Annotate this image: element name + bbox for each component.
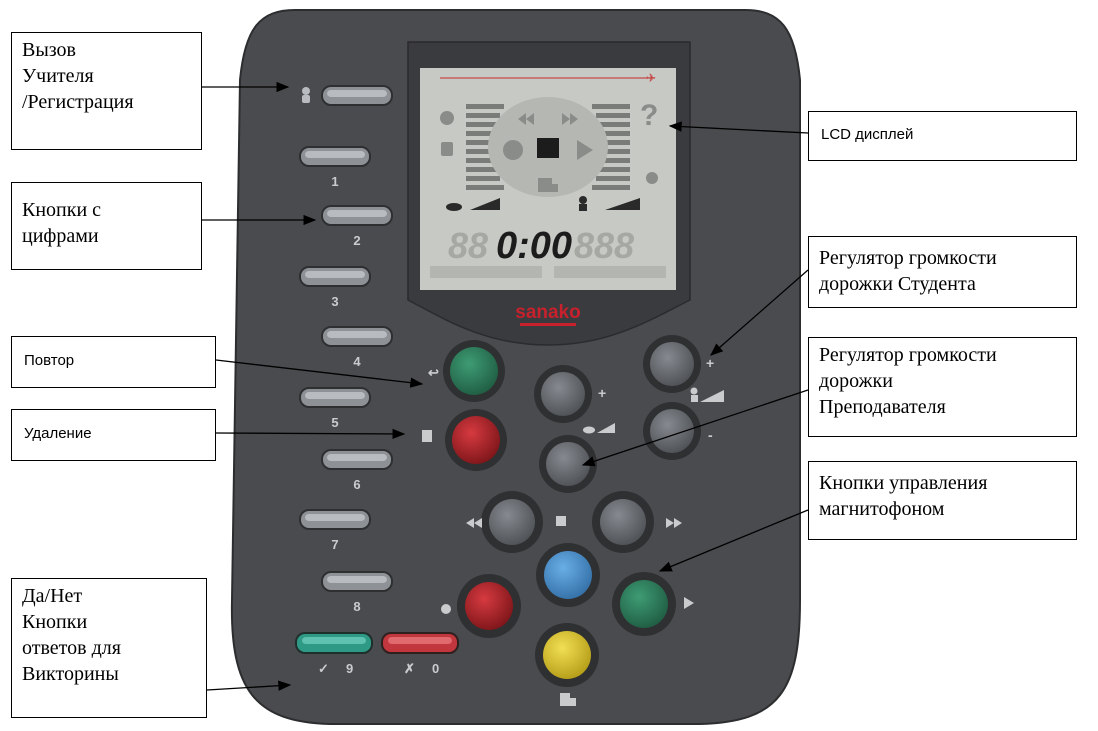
lcd-group-icon (646, 172, 658, 184)
lcd-record-icon (503, 140, 523, 160)
teacher-volume-up-button[interactable] (541, 372, 585, 416)
lcd-time: 0:00 (496, 225, 572, 267)
bookmark-button[interactable] (543, 631, 591, 679)
lcd-help-icon: ? (640, 99, 658, 132)
number-key-4[interactable] (321, 326, 393, 347)
number-key-6[interactable] (321, 449, 393, 470)
no-key-cross-icon: ✗ (404, 661, 415, 676)
number-key-6-label: 6 (353, 477, 360, 492)
callout-number-keys: Кнопки с цифрами (11, 182, 202, 270)
brand-logo: sanako (515, 302, 580, 323)
number-key-8-label: 8 (353, 599, 360, 614)
repeat-icon: ↩ (428, 365, 439, 380)
student-volume-down-button[interactable] (650, 409, 694, 453)
number-key-3[interactable] (299, 266, 371, 287)
callout-yes-no: Да/Нет Кнопки ответов для Викторины (11, 578, 207, 718)
number-key-1[interactable] (299, 146, 371, 167)
callout-delete: Удаление (11, 409, 216, 461)
teacher-volume-down-button[interactable] (546, 442, 590, 486)
yes-key-check-icon: ✓ (318, 661, 329, 676)
no-key[interactable] (381, 632, 459, 654)
repeat-button[interactable] (450, 347, 498, 395)
delete-icon (422, 430, 432, 442)
fast-forward-button[interactable] (600, 499, 646, 545)
number-key-2[interactable] (321, 205, 393, 226)
svg-text:-: - (708, 427, 713, 443)
student-volume-up-button[interactable] (650, 342, 694, 386)
lcd-user-icon (440, 111, 454, 125)
number-key-5-label: 5 (331, 415, 338, 430)
callout-lcd: LCD дисплей (808, 111, 1077, 161)
callout-repeat: Повтор (11, 336, 216, 388)
lcd-right-digits: 888 (574, 225, 634, 266)
record-button[interactable] (465, 582, 513, 630)
svg-text:+: + (706, 355, 714, 371)
lcd-lock-icon (441, 142, 453, 156)
callout-call-register: Вызов Учителя /Регистрация (11, 32, 202, 150)
yes-key[interactable] (295, 632, 373, 654)
number-key-4-label: 4 (353, 354, 361, 369)
stop-button[interactable] (544, 551, 592, 599)
rewind-button[interactable] (489, 499, 535, 545)
svg-text:✈: ✈ (646, 71, 656, 85)
callout-recorder-controls: Кнопки управления магнитофоном (808, 461, 1077, 540)
number-key-1-label: 1 (331, 174, 338, 189)
number-key-8[interactable] (321, 571, 393, 592)
number-key-7-label: 7 (331, 537, 338, 552)
record-icon (441, 604, 451, 614)
number-key-3-label: 3 (331, 294, 338, 309)
number-key-5[interactable] (299, 387, 371, 408)
play-button[interactable] (620, 580, 668, 628)
svg-text:+: + (598, 385, 606, 401)
callout-student-volume: Регулятор громкости дорожки Студента (808, 236, 1077, 308)
yes-key-label: 9 (346, 661, 353, 676)
lcd-left-digits: 88 (448, 225, 488, 266)
callout-teacher-volume: Регулятор громкости дорожки Преподавател… (808, 337, 1077, 437)
delete-button[interactable] (452, 416, 500, 464)
lcd-stop-icon (537, 138, 559, 158)
no-key-label: 0 (432, 661, 439, 676)
stop-icon (556, 516, 566, 526)
number-key-7[interactable] (299, 509, 371, 530)
number-key-2-label: 2 (353, 233, 360, 248)
